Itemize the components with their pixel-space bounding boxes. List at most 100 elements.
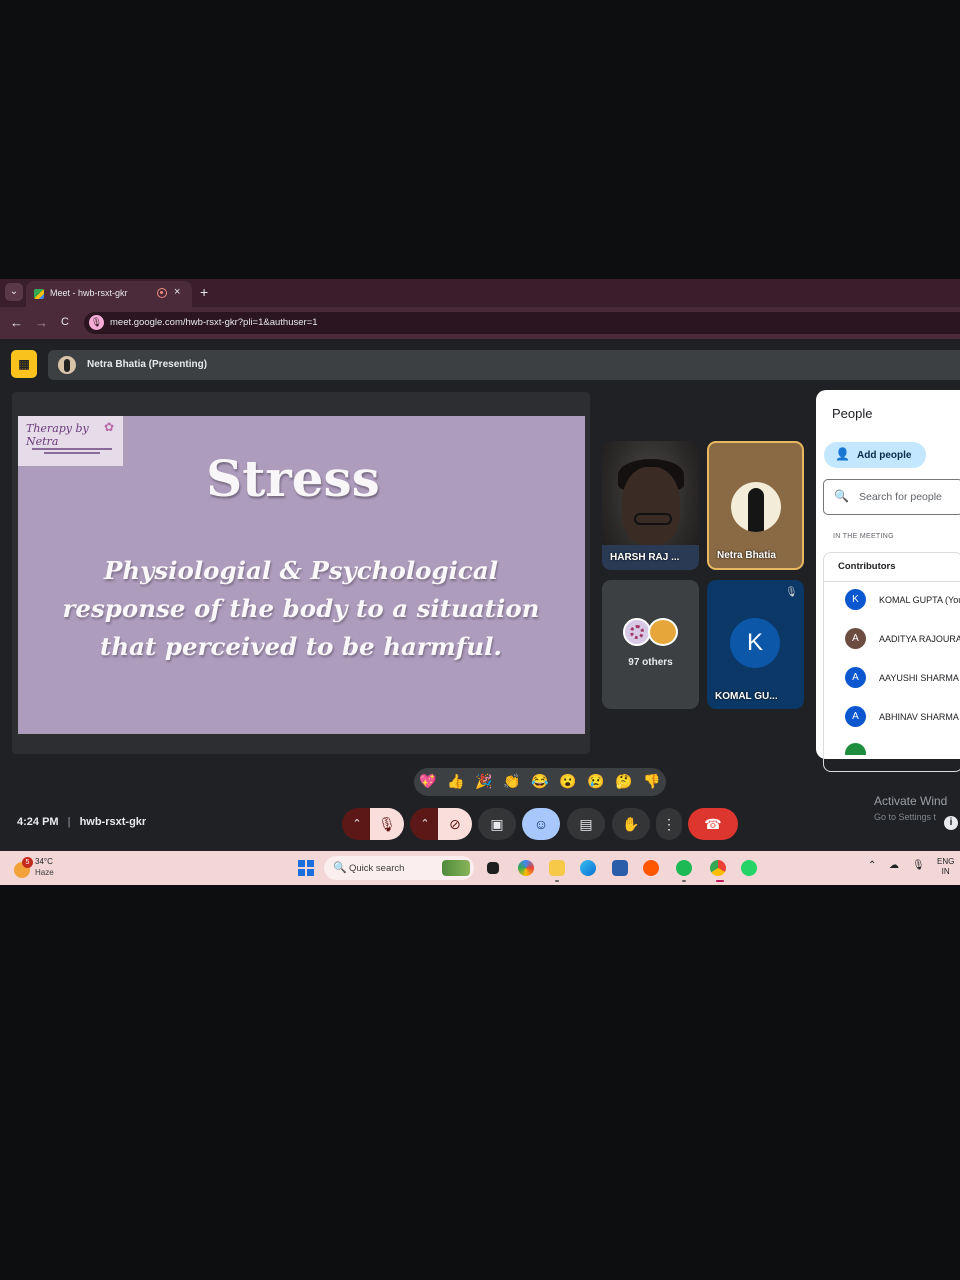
- thinking-reaction[interactable]: 🤔: [615, 773, 632, 790]
- contributors-group: Contributors K KOMAL GUPTA (You A AADITY…: [823, 552, 960, 772]
- heart-reaction[interactable]: 💖: [419, 773, 436, 790]
- captions-button[interactable]: ▤: [567, 808, 605, 840]
- audio-options-chevron-icon[interactable]: ⌃: [342, 808, 372, 840]
- back-button[interactable]: ←: [10, 315, 23, 330]
- address-row: ← → C 🎙 meet.google.com/hwb-rsxt-gkr?pli…: [0, 307, 960, 339]
- mic-off-button[interactable]: 🎙: [370, 808, 404, 840]
- participant-avatar: [845, 743, 866, 755]
- others-count: 97 others: [628, 657, 673, 668]
- participant-initial: K: [730, 618, 780, 668]
- participant-name: Netra Bhatia: [717, 550, 776, 561]
- video-options-chevron-icon[interactable]: ⌃: [410, 808, 440, 840]
- language-indicator[interactable]: ENG IN: [937, 857, 954, 877]
- taskbar: 5 34°C Haze 🔍 Quick search ⌃ ☁ 🎙 ENG IN: [0, 851, 960, 885]
- emoji-button[interactable]: ☺: [522, 808, 560, 840]
- laugh-reaction[interactable]: 😂: [531, 773, 548, 790]
- chrome-icon[interactable]: [710, 860, 726, 876]
- people-panel: People 👤 Add people 🔍 Search for people …: [816, 390, 960, 772]
- camera-off-button[interactable]: ⊘: [438, 808, 472, 840]
- participant-tile-netra[interactable]: Netra Bhatia: [707, 441, 804, 570]
- slide-title: Stress: [206, 449, 380, 508]
- flower-icon: ✿: [104, 420, 115, 434]
- search-placeholder: Quick search: [349, 863, 405, 874]
- participant-row[interactable]: K KOMAL GUPTA (You: [838, 589, 960, 611]
- task-view-icon[interactable]: [487, 862, 499, 874]
- address-bar[interactable]: 🎙 meet.google.com/hwb-rsxt-gkr?pli=1&aut…: [84, 312, 960, 334]
- cloud-icon[interactable]: ☁: [889, 860, 899, 871]
- spotify-icon[interactable]: [676, 860, 692, 876]
- participant-row[interactable]: [838, 743, 960, 755]
- search-icon: 🔍: [333, 862, 347, 874]
- language-code: ENG: [937, 857, 955, 866]
- participant-avatar: A: [845, 706, 866, 727]
- thumbs-up-reaction[interactable]: 👍: [447, 773, 464, 790]
- site-info-icon[interactable]: 🎙: [89, 315, 104, 330]
- weather-widget[interactable]: 5: [12, 857, 34, 879]
- tab-close-icon[interactable]: ×: [174, 286, 180, 298]
- mic-icon[interactable]: 🎙: [912, 860, 925, 871]
- participant-avatar: [731, 482, 781, 532]
- chevron-up-icon[interactable]: ⌃: [868, 860, 876, 871]
- participant-name: KOMAL GU...: [715, 691, 778, 702]
- reload-button[interactable]: C: [61, 316, 69, 328]
- participant-video: [622, 467, 680, 545]
- tab-title: Meet - hwb-rsxt-gkr: [50, 288, 128, 298]
- mic-off-icon: 🎙: [378, 816, 396, 832]
- copilot-icon[interactable]: [518, 860, 534, 876]
- more-options-button[interactable]: ⋮: [656, 808, 682, 840]
- add-people-button[interactable]: 👤 Add people: [824, 442, 926, 468]
- reddit-icon[interactable]: [643, 860, 659, 876]
- more-vert-icon: ⋮: [662, 816, 676, 832]
- contributors-header[interactable]: Contributors: [838, 561, 896, 572]
- participant-tile-harsh[interactable]: HARSH RAJ ...: [602, 441, 699, 570]
- file-explorer-icon[interactable]: [549, 860, 565, 876]
- slide-line-3: that perceived to be harmful.: [100, 632, 502, 661]
- participant-row[interactable]: A AAYUSHI SHARMA: [838, 667, 960, 689]
- presenter-avatar: [58, 356, 76, 374]
- people-search-input[interactable]: 🔍 Search for people: [823, 479, 960, 515]
- avatar: [648, 618, 678, 646]
- add-person-icon: 👤: [835, 447, 850, 461]
- recording-icon: [157, 288, 167, 298]
- present-screen-button[interactable]: ▣: [478, 808, 516, 840]
- clap-reaction[interactable]: 👏: [503, 773, 520, 790]
- participant-row[interactable]: A AADITYA RAJOURA: [838, 628, 960, 650]
- end-call-button[interactable]: ☎: [688, 808, 738, 840]
- tab-search-chevron-icon[interactable]: ⌄: [5, 283, 23, 301]
- screen-capture: ⌄ Meet - hwb-rsxt-gkr × + ← → C 🎙 meet.g…: [0, 279, 960, 885]
- store-icon[interactable]: [612, 860, 628, 876]
- mic-off-icon: 🎙: [785, 587, 798, 598]
- forward-button[interactable]: →: [35, 315, 48, 330]
- presenting-bar: Netra Bhatia (Presenting): [48, 350, 960, 380]
- taskbar-search[interactable]: 🔍 Quick search: [324, 856, 474, 880]
- new-tab-button[interactable]: +: [200, 284, 208, 300]
- section-label: IN THE MEETING: [833, 533, 894, 540]
- info-icon[interactable]: i: [944, 816, 958, 830]
- weather-condition: Haze: [35, 868, 54, 877]
- video-detail: [634, 513, 672, 525]
- meet-favicon-icon: [34, 289, 44, 299]
- emoji-icon: ☺: [533, 816, 549, 832]
- edge-icon[interactable]: [580, 860, 596, 876]
- phone-hangup-icon: ☎: [704, 816, 722, 832]
- participant-row[interactable]: A ABHINAV SHARMA: [838, 706, 960, 728]
- whatsapp-icon[interactable]: [741, 860, 757, 876]
- party-reaction[interactable]: 🎉: [475, 773, 492, 790]
- active-indicator: [716, 880, 724, 882]
- presenter-label: Netra Bhatia (Presenting): [87, 359, 208, 370]
- raise-hand-button[interactable]: ✋: [612, 808, 650, 840]
- people-title: People: [832, 406, 873, 421]
- presentation-icon[interactable]: ▦: [11, 350, 37, 378]
- surprised-reaction[interactable]: 😮: [559, 773, 576, 790]
- present-icon: ▣: [490, 816, 504, 832]
- others-tile[interactable]: 97 others: [602, 580, 699, 709]
- clock: 4:24 PM: [17, 816, 59, 828]
- thumbs-down-reaction[interactable]: 👎: [643, 773, 660, 790]
- tab-meet[interactable]: Meet - hwb-rsxt-gkr ×: [26, 281, 192, 307]
- slide-line-1: Physiologial & Psychological: [103, 556, 499, 585]
- sad-reaction[interactable]: 😢: [587, 773, 604, 790]
- add-people-label: Add people: [857, 450, 912, 461]
- participant-tile-komal[interactable]: 🎙 K KOMAL GU...: [707, 580, 804, 709]
- tab-strip: ⌄ Meet - hwb-rsxt-gkr × +: [0, 279, 960, 307]
- windows-start-icon[interactable]: [298, 860, 314, 876]
